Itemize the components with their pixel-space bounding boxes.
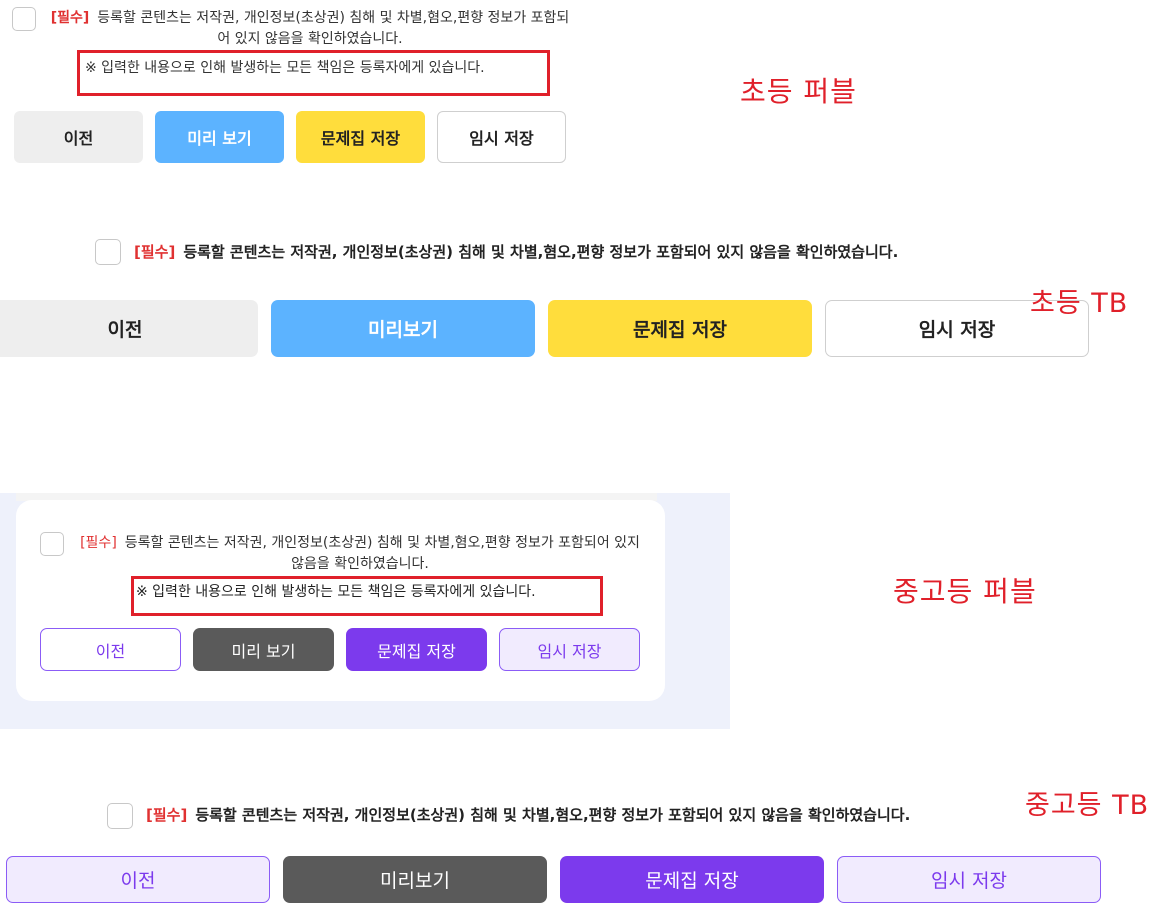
agree-checkbox[interactable] [12, 7, 36, 31]
section-label: 초등 TB [1030, 288, 1129, 319]
agreement-text: [필수] 등록할 콘텐츠는 저작권, 개인정보(초상권) 침해 및 차별,혐오,편… [50, 8, 570, 50]
agree-checkbox[interactable] [95, 239, 121, 265]
preview-button[interactable]: 미리 보기 [193, 628, 334, 671]
temp-save-button[interactable]: 임시 저장 [499, 628, 640, 671]
save-set-button[interactable]: 문제집 저장 [346, 628, 487, 671]
agreement-text: [필수] 등록할 콘텐츠는 저작권, 개인정보(초상권) 침해 및 차별,혐오,편… [76, 533, 644, 575]
agreement-text: [필수] 등록할 콘텐츠는 저작권, 개인정보(초상권) 침해 및 차별,혐오,편… [146, 804, 910, 825]
prev-button[interactable]: 이전 [0, 300, 258, 357]
temp-save-button[interactable]: 임시 저장 [837, 856, 1101, 903]
required-tag: [필수] [50, 10, 90, 26]
agreement-text: [필수] 등록할 콘텐츠는 저작권, 개인정보(초상권) 침해 및 차별,혐오,편… [134, 241, 898, 262]
save-set-button[interactable]: 문제집 저장 [560, 856, 824, 903]
required-tag: [필수] [146, 806, 188, 824]
section-label: 중고등 TB [1025, 790, 1150, 821]
temp-save-button[interactable]: 임시 저장 [437, 111, 566, 163]
preview-button[interactable]: 미리 보기 [155, 111, 284, 163]
prev-button[interactable]: 이전 [6, 856, 270, 903]
section-label: 중고등 퍼블 [893, 575, 1037, 608]
required-tag: [필수] [134, 243, 176, 261]
section-label: 초등 퍼블 [740, 75, 857, 108]
preview-button[interactable]: 미리보기 [271, 300, 535, 357]
save-set-button[interactable]: 문제집 저장 [296, 111, 425, 163]
prev-button[interactable]: 이전 [14, 111, 143, 163]
agreement-body: 등록할 콘텐츠는 저작권, 개인정보(초상권) 침해 및 차별,혐오,편향 정보… [124, 535, 640, 572]
highlight-box [77, 50, 550, 96]
required-tag: [필수] [80, 535, 117, 551]
highlight-box [131, 576, 603, 616]
agreement-body: 등록할 콘텐츠는 저작권, 개인정보(초상권) 침해 및 차별,혐오,편향 정보… [97, 10, 570, 47]
prev-button[interactable]: 이전 [40, 628, 181, 671]
agreement-body: 등록할 콘텐츠는 저작권, 개인정보(초상권) 침해 및 차별,혐오,편향 정보… [183, 243, 899, 261]
agree-checkbox[interactable] [40, 532, 64, 556]
agree-checkbox[interactable] [107, 803, 133, 829]
preview-button[interactable]: 미리보기 [283, 856, 547, 903]
agreement-body: 등록할 콘텐츠는 저작권, 개인정보(초상권) 침해 및 차별,혐오,편향 정보… [195, 806, 911, 824]
save-set-button[interactable]: 문제집 저장 [548, 300, 812, 357]
